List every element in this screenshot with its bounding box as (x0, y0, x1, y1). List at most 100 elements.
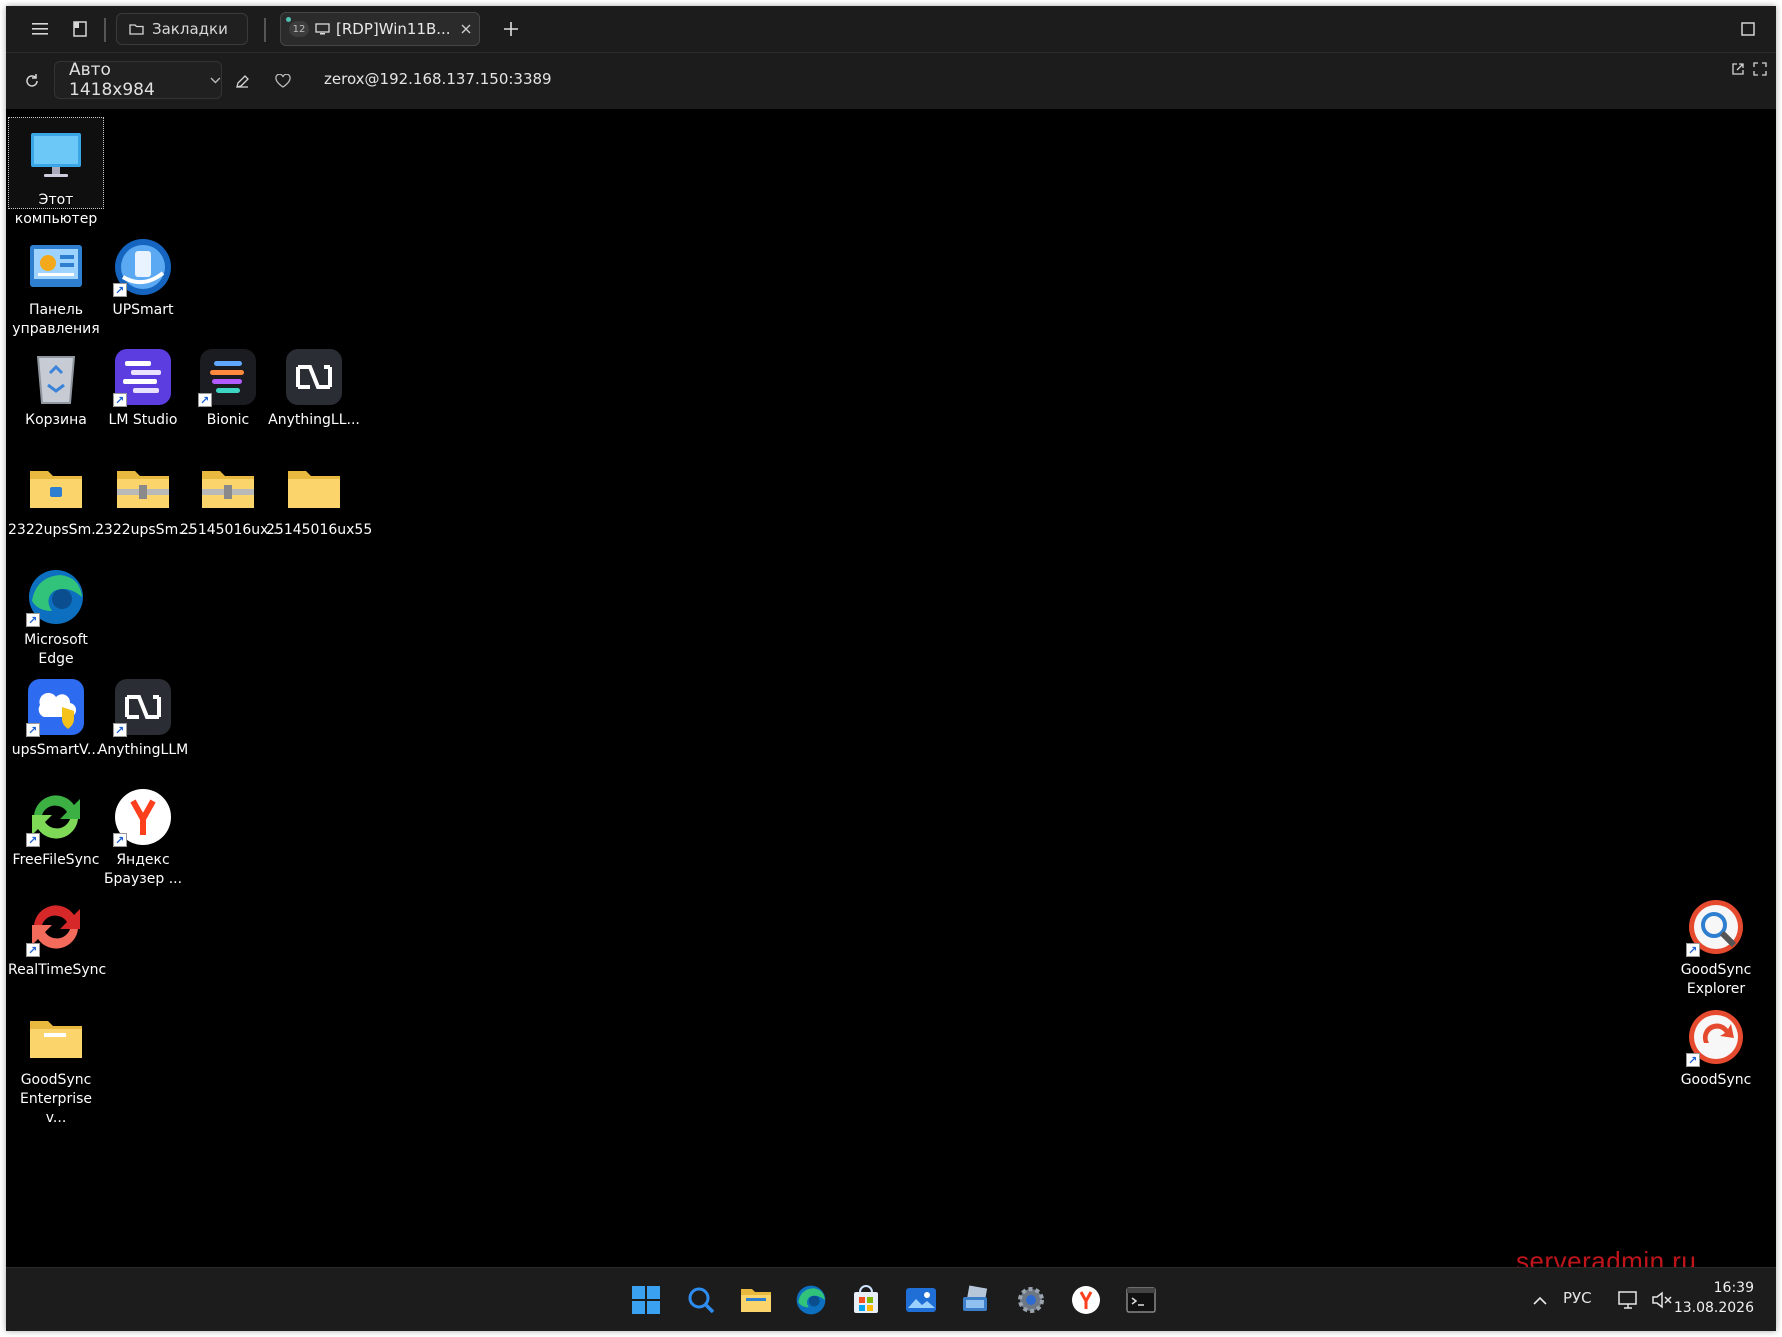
shortcut-arrow-icon (26, 611, 40, 630)
system-clock[interactable]: 16:39 13.08.2026 (1674, 1278, 1754, 1318)
shortcut-arrow-icon (1686, 941, 1700, 960)
shortcut-arrow-icon (26, 721, 40, 740)
desktop-icon-upssmartv[interactable]: upsSmartV... (8, 667, 104, 760)
desktop-icon-upsmart[interactable]: UPSmart (95, 227, 191, 320)
separator (104, 18, 106, 42)
upsmart-icon (113, 237, 173, 300)
desktop-icon-anythingllm-1[interactable]: AnythingLL... (266, 337, 362, 430)
rdp-client-window: Закладки 12 [RDP]Win11B... Авто 1418x984 (6, 6, 1776, 1331)
settings-icon[interactable] (1009, 1278, 1053, 1322)
desktop-icon-label: AnythingLL... (268, 412, 360, 428)
desktop-icon-microsoft-edge[interactable]: Microsoft Edge (8, 557, 104, 669)
close-icon[interactable] (461, 24, 471, 34)
start-icon[interactable] (624, 1278, 668, 1322)
shortcut-arrow-icon (1686, 1051, 1700, 1070)
desktop-icon-label: FreeFileSync (12, 852, 100, 868)
desktop-icon-label: GoodSync (1680, 1072, 1752, 1088)
maximize-icon[interactable] (1734, 15, 1762, 43)
chevron-up-icon[interactable] (1518, 1278, 1562, 1322)
desktop-icon-control-panel[interactable]: Панель управления (8, 227, 104, 339)
desktop-icon-label: GoodSync Enterprise v... (19, 1072, 93, 1126)
desktop-icon-lm-studio[interactable]: LM Studio (95, 337, 191, 430)
remote-desktop-icon[interactable] (954, 1278, 998, 1322)
new-tab-icon[interactable] (497, 15, 525, 43)
desktop-icon-anythingllm-2[interactable]: AnythingLLM (95, 667, 191, 760)
desktop-icon-label: UPSmart (112, 302, 174, 318)
chevron-down-icon (210, 77, 221, 83)
folder-icon (26, 457, 86, 517)
yandex-browser-icon[interactable] (1064, 1278, 1108, 1322)
clock-date: 13.08.2026 (1673, 1300, 1754, 1316)
desktop-icon-label: upsSmartV... (11, 742, 101, 758)
edit-icon[interactable] (228, 67, 256, 95)
shortcut-arrow-icon (26, 941, 40, 960)
desktop-icon-label: Панель управления (12, 302, 100, 337)
anythingllm-icon (284, 347, 344, 407)
shortcut-arrow-icon (26, 831, 40, 850)
clock-time: 16:39 (1713, 1280, 1754, 1296)
desktop-icon-yandex-browser[interactable]: Яндекс Браузер ... (95, 777, 191, 889)
desktop-icon-label: 25145016ux... (180, 522, 282, 538)
desktop-icon-goodsync[interactable]: GoodSync (1668, 997, 1764, 1090)
desktop-icon-2322upssm-2[interactable]: 2322upsSm... (95, 447, 192, 540)
bionic-icon (198, 347, 258, 410)
file-explorer-icon[interactable] (734, 1278, 778, 1322)
desktop-icon-label: Этот компьютер (14, 192, 98, 227)
remote-desktop[interactable]: Этот компьютер Панель управления UPSmart… (6, 109, 1776, 1276)
taskbar: РУС 16:39 13.08.2026 (6, 1267, 1776, 1331)
menu-icon[interactable] (26, 15, 54, 43)
desktop-icon-freefilesync[interactable]: FreeFileSync (8, 777, 104, 870)
desktop-icon-2322upssm-1[interactable]: 2322upsSm... (8, 447, 105, 540)
desktop-icon-label: Bionic (206, 412, 250, 428)
shortcut-arrow-icon (113, 831, 127, 850)
monitor-icon (26, 127, 86, 187)
zip-folder-icon (113, 457, 173, 517)
tab-rdp-session[interactable]: 12 [RDP]Win11B... (280, 12, 480, 46)
folder-icon (129, 24, 144, 35)
desktop-icon-realtimesync[interactable]: RealTimeSync (8, 887, 106, 980)
desktop-icon-goodsync-enterprise[interactable]: GoodSync Enterprise v... (8, 997, 104, 1128)
desktop-icon-25145016ux-zip[interactable]: 25145016ux... (180, 447, 282, 540)
lm-studio-icon (113, 347, 173, 410)
desktop-icon-label: LM Studio (108, 412, 178, 428)
separator (264, 18, 266, 42)
desktop-icon-label: GoodSync Explorer (1680, 962, 1752, 997)
photos-icon[interactable] (899, 1278, 943, 1322)
control-panel-icon (26, 237, 86, 297)
fullscreen-icon[interactable] (1746, 55, 1774, 83)
desktop-icon-goodsync-explorer[interactable]: GoodSync Explorer (1668, 887, 1764, 999)
search-icon[interactable] (679, 1278, 723, 1322)
desktop-icon-this-pc[interactable]: Этот компьютер (8, 117, 104, 227)
connection-bar: Авто 1418x984 zerox@192.168.137.150:3389 (6, 53, 1776, 109)
goodsync-icon (1686, 1007, 1746, 1070)
desktop-icon-recycle-bin[interactable]: Корзина (8, 337, 104, 430)
favorite-icon[interactable] (269, 67, 297, 95)
terminal-icon[interactable] (1119, 1278, 1163, 1322)
goodsync-explorer-icon (1686, 897, 1746, 960)
realtimesync-icon (26, 897, 86, 960)
freefilesync-icon (26, 787, 86, 850)
reload-icon[interactable] (18, 67, 46, 95)
tab-bar: Закладки 12 [RDP]Win11B... (6, 6, 1776, 53)
desktop-icon-label: Microsoft Edge (24, 632, 88, 667)
anythingllm-icon (113, 677, 173, 740)
shortcut-arrow-icon (113, 281, 127, 300)
desktop-icon-25145016ux55[interactable]: 25145016ux55 (266, 447, 373, 540)
tab-count-badge: 12 (286, 17, 309, 37)
folder-icon (26, 1007, 86, 1067)
desktop-icon-label: AnythingLLM (97, 742, 189, 758)
resolution-label: Авто 1418x984 (69, 60, 155, 100)
desktop-icon-label: Корзина (25, 412, 87, 428)
shortcut-arrow-icon (113, 391, 127, 410)
desktop-icon-label: 25145016ux55 (266, 522, 373, 538)
desktop-icon-bionic[interactable]: Bionic (180, 337, 276, 430)
zip-folder-icon (198, 457, 258, 517)
language-indicator[interactable]: РУС (1563, 1289, 1592, 1307)
resolution-dropdown[interactable]: Авто 1418x984 (54, 60, 222, 100)
bookmarks-button[interactable]: Закладки (116, 13, 248, 45)
panel-toggle-icon[interactable] (66, 15, 94, 43)
bookmarks-label: Закладки (152, 20, 228, 38)
edge-icon[interactable] (789, 1278, 833, 1322)
tab-title: [RDP]Win11B... (336, 20, 451, 38)
store-icon[interactable] (844, 1278, 888, 1322)
